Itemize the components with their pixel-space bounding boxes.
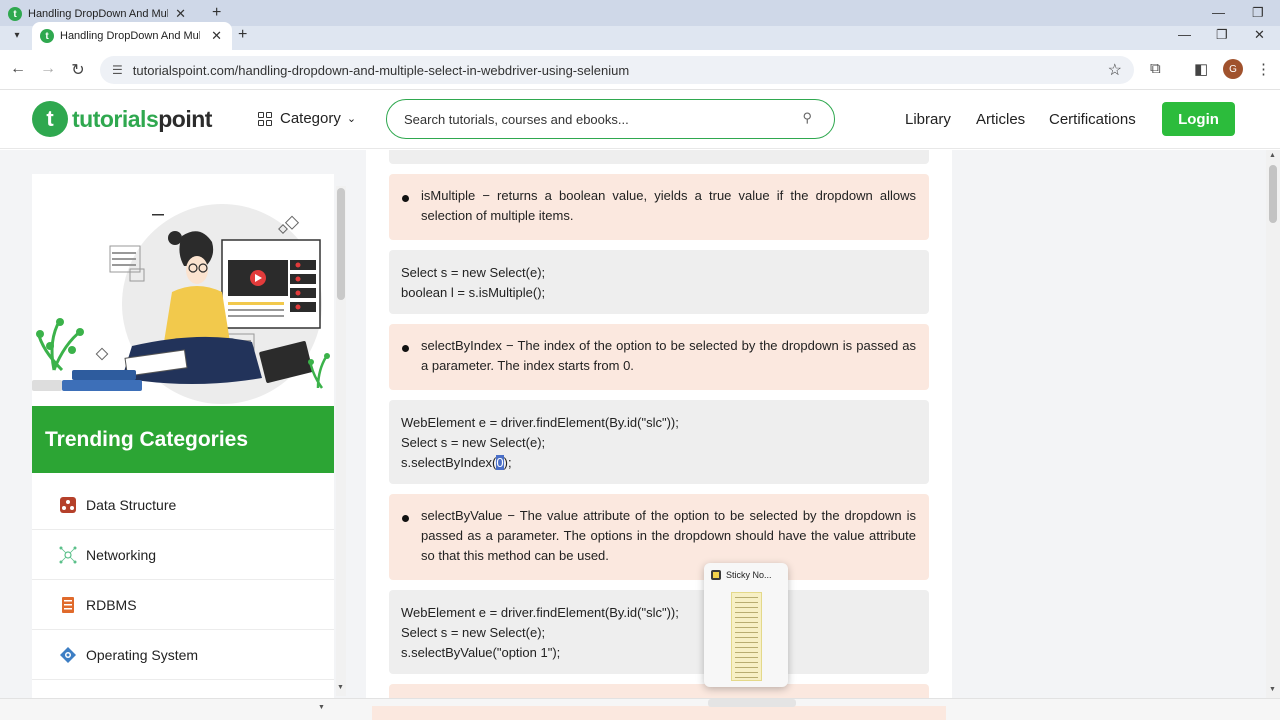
close-tab-icon[interactable]: ✕ — [175, 6, 186, 22]
browser-tabstrip: t Handling DropDown And Multi ✕ + ▾ t Ha… — [0, 0, 1280, 50]
restore-icon[interactable]: ❐ — [1252, 5, 1264, 21]
code-block — [389, 150, 929, 164]
data-structure-icon — [59, 496, 77, 514]
logo-mark-icon: t — [32, 101, 68, 137]
category-item-rdbms[interactable]: RDBMS — [32, 580, 334, 630]
search-placeholder: Search tutorials, courses and ebooks... — [404, 111, 629, 127]
grid-icon — [258, 111, 272, 126]
code-line: boolean l = s.isMultiple(); — [401, 285, 546, 300]
more-menu-icon[interactable]: ⋮ — [1256, 60, 1271, 78]
tab-active[interactable]: t Handling DropDown And Multi ✕ — [32, 22, 232, 50]
category-label: RDBMS — [86, 596, 137, 613]
url-text: tutorialspoint.com/handling-dropdown-and… — [132, 62, 630, 78]
close-tab-icon[interactable]: ✕ — [211, 28, 222, 44]
page-scrollbar-thumb[interactable] — [1269, 165, 1277, 223]
restore-icon[interactable]: ❐ — [1216, 27, 1228, 43]
code-line: Select s = new Select(e); — [401, 435, 546, 450]
note-text: isMultiple − returns a boolean value, yi… — [421, 188, 916, 223]
site-info-icon[interactable]: ☰ — [112, 63, 123, 77]
bullet-icon — [402, 195, 409, 202]
method-note: selectByValue − The value attribute of t… — [389, 494, 929, 580]
article-content: isMultiple − returns a boolean value, yi… — [366, 150, 952, 698]
category-label: Data Structure — [86, 496, 177, 513]
extensions-puzzle-icon[interactable]: ⧉ — [1150, 60, 1161, 77]
code-line: s.selectByValue("option 1"); — [401, 645, 561, 660]
category-menu[interactable]: Category ⌄ — [258, 110, 356, 127]
trending-categories-heading: Trending Categories — [32, 406, 334, 473]
code-block: Select s = new Select(e); boolean l = s.… — [389, 250, 929, 314]
category-item-networking[interactable]: Networking — [32, 530, 334, 580]
method-note: selectByIndex − The index of the option … — [389, 324, 929, 390]
note-text: selectByIndex − The index of the option … — [421, 338, 916, 373]
bullet-icon — [402, 515, 409, 522]
learning-illustration — [32, 204, 330, 404]
tab-title: Handling DropDown And Multi — [60, 30, 200, 42]
category-label: Category — [280, 110, 341, 127]
nav-articles[interactable]: Articles — [976, 111, 1025, 128]
networking-icon — [59, 546, 77, 564]
sticky-notes-app-icon — [711, 570, 721, 580]
popup-title-text: Sticky No... — [726, 570, 772, 580]
category-item-data-structure[interactable]: Data Structure — [32, 480, 334, 530]
bullet-icon — [402, 345, 409, 352]
forward-arrow-icon[interactable]: → — [38, 60, 58, 78]
browser-toolbar: ← → ↻ ☰ tutorialspoint.com/handling-drop… — [0, 50, 1280, 90]
method-note-partial — [372, 706, 946, 720]
reload-icon[interactable]: ↻ — [68, 60, 88, 80]
taskbar-hover-highlight — [708, 699, 796, 707]
logo-text: tutorialspoint — [72, 105, 212, 132]
scroll-up-arrow-icon[interactable]: ▲ — [1269, 152, 1276, 159]
sidebar-scrollbar-thumb[interactable] — [337, 188, 345, 300]
tab-search-chevron-icon[interactable]: ▾ — [8, 26, 26, 44]
search-icon[interactable]: ⚲ — [802, 110, 812, 126]
new-tab-plus-icon[interactable]: + — [238, 26, 247, 44]
operating-system-icon — [59, 646, 77, 664]
category-label: Networking — [86, 546, 157, 563]
sidebar: Trending Categories Data Structure Netwo… — [32, 174, 334, 698]
code-block: WebElement e = driver.findElement(By.id(… — [389, 400, 929, 484]
tutorialspoint-favicon-icon: t — [40, 29, 54, 43]
back-arrow-icon[interactable]: ← — [8, 60, 28, 78]
right-gutter — [952, 150, 1266, 698]
nav-certifications[interactable]: Certifications — [1049, 111, 1136, 128]
rdbms-icon — [59, 596, 77, 614]
code-line: WebElement e = driver.findElement(By.id(… — [401, 605, 679, 620]
new-tab-plus-icon[interactable]: + — [212, 4, 221, 22]
method-note — [389, 684, 929, 698]
address-bar[interactable]: ☰ tutorialspoint.com/handling-dropdown-a… — [100, 56, 1134, 84]
note-text: selectByValue − The value attribute of t… — [421, 508, 916, 563]
method-note: isMultiple − returns a boolean value, yi… — [389, 174, 929, 240]
code-block: WebElement e = driver.findElement(By.id(… — [389, 590, 929, 674]
tutorialspoint-logo[interactable]: t tutorialspoint — [32, 101, 212, 137]
login-button[interactable]: Login — [1162, 102, 1235, 136]
category-item-operating-system[interactable]: Operating System — [32, 630, 334, 680]
code-line: s.selectByIndex(0); — [401, 455, 512, 470]
bookmark-star-icon[interactable]: ☆ — [1108, 60, 1122, 80]
sidebar-scrollbar[interactable]: ▼ — [336, 186, 346, 696]
page-scrollbar[interactable]: ▲ ▼ — [1266, 150, 1280, 698]
close-window-icon[interactable]: ✕ — [1254, 27, 1265, 43]
selected-text: 0 — [496, 455, 504, 470]
scroll-down-arrow-icon[interactable]: ▼ — [1269, 686, 1276, 693]
window-preview[interactable] — [731, 592, 762, 681]
tutorialspoint-favicon-icon: t — [8, 7, 22, 21]
code-line: WebElement e = driver.findElement(By.id(… — [401, 415, 679, 430]
chevron-down-icon: ⌄ — [346, 113, 357, 125]
taskbar-thumbnail-popup[interactable]: Sticky No... — [704, 563, 788, 687]
search-input[interactable]: Search tutorials, courses and ebooks... … — [386, 99, 835, 139]
nav-library[interactable]: Library — [905, 111, 951, 128]
code-line: Select s = new Select(e); — [401, 265, 546, 280]
scroll-down-arrow-icon[interactable]: ▼ — [337, 684, 344, 691]
site-header: t tutorialspoint Category ⌄ Search tutor… — [0, 91, 1280, 149]
code-line: Select s = new Select(e); — [401, 625, 546, 640]
scroll-down-arrow-icon[interactable]: ▼ — [318, 704, 325, 711]
minimize-icon[interactable]: — — [1178, 27, 1191, 42]
category-label: Operating System — [86, 646, 199, 663]
profile-avatar[interactable]: G — [1223, 59, 1243, 79]
tab-title: Handling DropDown And Multi — [28, 8, 168, 20]
minimize-icon[interactable]: — — [1212, 5, 1225, 20]
popup-title: Sticky No... — [711, 570, 772, 580]
side-panel-icon[interactable]: ◧ — [1194, 60, 1208, 78]
